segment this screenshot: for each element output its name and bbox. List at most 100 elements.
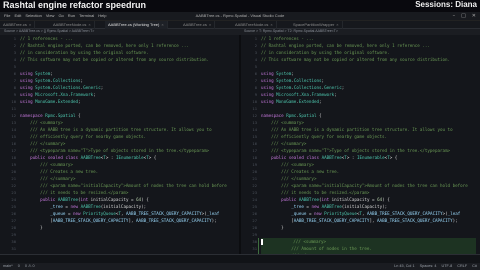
- menu-item[interactable]: Go: [58, 13, 63, 18]
- code-line[interactable]: [20, 231, 235, 238]
- code-line[interactable]: // in consideration by using the origina…: [261, 49, 476, 56]
- close-icon[interactable]: ×: [161, 22, 163, 27]
- code-line[interactable]: /// <summary>: [20, 119, 235, 126]
- code-line[interactable]: using System.Collections.Generic;: [261, 84, 476, 91]
- code-line[interactable]: /// Creates a new tree.: [20, 168, 235, 175]
- code-line[interactable]: using System.Collections.Generic;: [20, 84, 235, 91]
- code-line[interactable]: /// <typeparam name="T">Type of objects …: [20, 147, 235, 154]
- breadcrumb-right[interactable]: Source > T: Rpmc.Spatial > T2: Rpmc.Spat…: [244, 29, 338, 33]
- editor-pane-original[interactable]: 1 2 3 4 5 6 7 8 9 10 11 12 13 14 15 16 17 18 19 20 21 22 23 24 2…: [0, 35, 239, 254]
- code-line[interactable]: // 1 references - ...: [261, 35, 476, 42]
- close-icon[interactable]: ×: [270, 22, 272, 27]
- close-icon[interactable]: ×: [29, 22, 31, 27]
- code-line[interactable]: _queue = new PriorityQueue<T, AABB_TREE_…: [20, 210, 235, 217]
- code-line[interactable]: /// <summary>: [20, 161, 235, 168]
- close-icon[interactable]: ✕: [472, 13, 476, 19]
- code-line[interactable]: [20, 245, 235, 252]
- code-line[interactable]: // This software may not be copied or al…: [20, 56, 235, 63]
- code-line[interactable]: /// <param name="initialCapacity">Amount…: [20, 182, 235, 189]
- code-line[interactable]: public AABBTree(int initialCapacity = 64…: [261, 196, 476, 203]
- line-ending[interactable]: CRLF: [457, 263, 467, 270]
- code-line[interactable]: public sealed class AABBTree<T> : IEnume…: [261, 154, 476, 161]
- tab-aabbtree-2[interactable]: AABBTree.cs ×: [180, 21, 216, 29]
- code-line[interactable]: // 1 references - ...: [20, 35, 235, 42]
- code-line[interactable]: // Rashtal engine ported, can be removed…: [20, 42, 235, 49]
- git-branch-item[interactable]: main*: [3, 263, 13, 270]
- code-line[interactable]: using MonoGame.Extended;: [20, 98, 235, 105]
- code-line[interactable]: }: [20, 224, 235, 231]
- code-line[interactable]: [AABB_TREE_STACK_QUERY_CAPACITY], AABB_T…: [261, 217, 476, 224]
- code-line[interactable]: public AABBTree(int initialCapacity = 64…: [20, 196, 235, 203]
- code-line[interactable]: /// <summary>: [261, 238, 476, 245]
- code-line[interactable]: }: [261, 224, 476, 231]
- code-line[interactable]: using Microsoft.Xna.Framework;: [261, 91, 476, 98]
- close-icon[interactable]: ×: [336, 22, 338, 27]
- minimize-icon[interactable]: –: [453, 13, 456, 19]
- code-line[interactable]: _tree = new AABBTree(initialCapacity);: [20, 203, 235, 210]
- menu-item[interactable]: File: [4, 13, 10, 18]
- code-line[interactable]: /// </summary>: [20, 175, 235, 182]
- code-line[interactable]: /// <typeparam name="T">Type of objects …: [261, 147, 476, 154]
- code-line[interactable]: /// Amount of nodes in the tree.: [261, 245, 476, 252]
- code-line[interactable]: // This software may not be copied or al…: [261, 56, 476, 63]
- code-line[interactable]: _tree = new AABBTree(initialCapacity);: [261, 203, 476, 210]
- code-line[interactable]: [20, 63, 235, 70]
- code-line[interactable]: public sealed class AABBTree<T> : IEnume…: [20, 154, 235, 161]
- code-line[interactable]: using System.Collections;: [20, 77, 235, 84]
- code-area[interactable]: // 1 references - ...// Rashtal engine p…: [20, 35, 235, 254]
- menu-item[interactable]: Help: [98, 13, 106, 18]
- code-line[interactable]: namespace Rpmc.Spatial {: [261, 112, 476, 119]
- code-line[interactable]: /// efficiently query for nearby game ob…: [20, 133, 235, 140]
- code-line[interactable]: /// it needs to be resized.</param>: [261, 189, 476, 196]
- language-mode[interactable]: C#: [472, 263, 477, 270]
- encoding[interactable]: UTF-8: [441, 263, 452, 270]
- code-line[interactable]: /// </summary>: [261, 140, 476, 147]
- code-line[interactable]: /// An AABB tree is a dynamic partition …: [261, 126, 476, 133]
- code-line[interactable]: using System;: [20, 70, 235, 77]
- code-line[interactable]: using Microsoft.Xna.Framework;: [20, 91, 235, 98]
- menu-item[interactable]: Selection: [25, 13, 41, 18]
- code-line[interactable]: [20, 105, 235, 112]
- menu-item[interactable]: Run: [68, 13, 75, 18]
- code-line[interactable]: _queue = new PriorityQueue<T, AABB_TREE_…: [261, 210, 476, 217]
- code-line[interactable]: using MonoGame.Extended;: [261, 98, 476, 105]
- tab-aabbtree-working-tree[interactable]: AABBTree.cs (Working Tree) ×: [105, 21, 168, 29]
- code-area[interactable]: // 1 references - ...// Rashtal engine p…: [261, 35, 476, 254]
- code-line[interactable]: /// <summary>: [261, 161, 476, 168]
- problems-item[interactable]: 0 ⚠ 0: [25, 263, 35, 270]
- code-line[interactable]: [261, 231, 476, 238]
- code-line[interactable]: namespace Rpmc.Spatial {: [20, 112, 235, 119]
- code-line[interactable]: /// </summary>: [20, 140, 235, 147]
- tab-aabbtreenode-2[interactable]: AABBTreeNode.cs ×: [232, 21, 277, 29]
- code-line[interactable]: [AABB_TREE_STACK_QUERY_CAPACITY], AABB_T…: [20, 217, 235, 224]
- code-line[interactable]: /// efficiently query for nearby game ob…: [261, 133, 476, 140]
- indentation[interactable]: Spaces: 4: [420, 263, 437, 270]
- code-line[interactable]: /// it needs to be resized.</param>: [20, 189, 235, 196]
- code-line[interactable]: /// </summary>: [261, 175, 476, 182]
- menu-item[interactable]: Terminal: [79, 13, 94, 18]
- code-line[interactable]: [261, 63, 476, 70]
- close-icon[interactable]: ×: [209, 22, 211, 27]
- code-line[interactable]: [261, 105, 476, 112]
- code-line[interactable]: [20, 238, 235, 245]
- cursor-position[interactable]: Ln 45, Col 1: [394, 263, 414, 270]
- close-icon[interactable]: ×: [88, 22, 90, 27]
- code-line[interactable]: /// An AABB tree is a dynamic partition …: [20, 126, 235, 133]
- code-line[interactable]: using System;: [261, 70, 476, 77]
- tab-aabbtreenode[interactable]: AABBTreeNode.cs ×: [50, 21, 95, 29]
- line-number: 26: [252, 211, 257, 216]
- code-line[interactable]: // in consideration by using the origina…: [20, 49, 235, 56]
- tab-spacepartitionwrapper[interactable]: SpacePartitionWrapper ×: [290, 21, 343, 29]
- code-line[interactable]: using System.Collections;: [261, 77, 476, 84]
- menu-item[interactable]: Edit: [14, 13, 21, 18]
- code-line[interactable]: // Rashtal engine ported, can be removed…: [261, 42, 476, 49]
- sync-item[interactable]: 0: [18, 263, 20, 270]
- code-line[interactable]: /// <param name="initialCapacity">Amount…: [261, 182, 476, 189]
- editor-pane-modified[interactable]: 1 2 3 4 5 6 7 8 9 10 11 12 13 14 15 16 17 18 19 20 21 22 23 24 2…: [241, 35, 480, 254]
- breadcrumb-left[interactable]: Source > AABBTree.cs > {} Rpmc.Spatial >…: [4, 29, 94, 33]
- tab-aabbtree[interactable]: AABBTree.cs ×: [0, 21, 36, 29]
- code-line[interactable]: /// Creates a new tree.: [261, 168, 476, 175]
- menu-item[interactable]: View: [46, 13, 55, 18]
- code-line[interactable]: /// <summary>: [261, 119, 476, 126]
- maximize-icon[interactable]: □: [461, 13, 466, 19]
